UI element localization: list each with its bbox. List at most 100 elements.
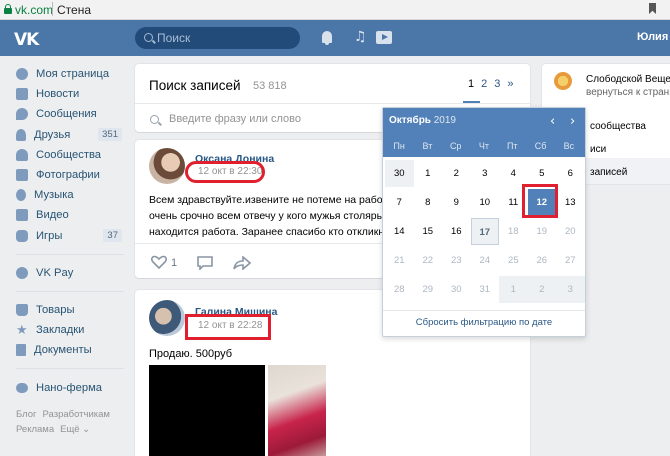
calendar-day: 28 — [393, 284, 405, 295]
post-photo[interactable] — [149, 365, 265, 456]
page-3[interactable]: 3 — [494, 78, 500, 90]
footer-blog-link[interactable]: Блог — [16, 409, 37, 420]
wall-search-input[interactable] — [169, 111, 369, 127]
calendar-day: 29 — [422, 284, 434, 295]
calendar-day[interactable]: 1 — [414, 160, 443, 187]
highlight-frame — [185, 314, 271, 340]
nav-documents[interactable]: Документы — [16, 340, 128, 360]
calendar-day: 26 — [536, 255, 548, 266]
music-icon — [16, 189, 26, 202]
header-search-input[interactable] — [157, 30, 292, 46]
post-text-line: Всем здравствуйте.извените не потеме на … — [149, 194, 389, 206]
calendar-day[interactable]: 6 — [556, 160, 585, 187]
home-icon — [16, 68, 28, 81]
nav-bookmarks[interactable]: ★ Закладки — [16, 320, 128, 340]
community-link[interactable]: сообщества — [590, 121, 646, 132]
documents-icon — [16, 344, 26, 357]
news-icon — [16, 88, 28, 101]
calendar-day[interactable]: 8 — [414, 189, 443, 216]
header-search[interactable] — [135, 27, 300, 49]
author-avatar[interactable] — [149, 300, 185, 336]
nav-music[interactable]: Музыка — [16, 185, 128, 205]
page-next[interactable]: » — [507, 78, 513, 90]
next-month-chevron-icon[interactable]: › — [570, 114, 575, 129]
page-2[interactable]: 2 — [481, 78, 487, 90]
messages-icon — [16, 108, 28, 121]
month-name: Октябрь — [389, 115, 431, 126]
left-nav: Моя страница Новости Сообщения Друзья 351… — [16, 64, 128, 398]
nav-my-page[interactable]: Моя страница — [16, 64, 128, 84]
community-avatar[interactable] — [554, 72, 572, 90]
calendar-day[interactable]: 30 — [385, 160, 414, 187]
nav-friends[interactable]: Друзья 351 — [16, 125, 128, 145]
calendar-day[interactable]: 3 — [471, 160, 500, 187]
photos-icon — [16, 169, 28, 182]
calendar-day: 24 — [479, 255, 491, 266]
nav-vk-pay[interactable]: VK Pay — [16, 263, 128, 283]
back-to-page-link[interactable]: вернуться к страниц — [586, 87, 670, 98]
nav-divider — [16, 283, 124, 292]
footer-dev-link[interactable]: Разработчикам — [43, 409, 110, 420]
calendar-day: 27 — [564, 255, 576, 266]
user-name[interactable]: Юлия — [637, 31, 668, 43]
post-photo[interactable] — [268, 365, 326, 456]
nav-label: Видео — [36, 209, 69, 222]
calendar-day[interactable]: 16 — [442, 218, 471, 245]
bookmark-icon[interactable] — [649, 3, 656, 14]
calendar-day: 22 — [422, 255, 434, 266]
calendar-day[interactable]: 17 — [470, 218, 499, 245]
community-link[interactable]: иси — [590, 144, 606, 155]
share-icon[interactable] — [233, 256, 251, 270]
calendar-week-row: 14 15 16 17 18 19 20 — [385, 218, 585, 247]
groups-icon — [16, 148, 28, 161]
nav-video[interactable]: Видео — [16, 205, 128, 225]
goods-icon — [16, 303, 28, 316]
play-icon[interactable] — [376, 31, 392, 44]
nav-groups[interactable]: Сообщества — [16, 145, 128, 165]
nav-photos[interactable]: Фотографии — [16, 165, 128, 185]
calendar-day[interactable]: 4 — [499, 160, 528, 187]
calendar-day[interactable]: 9 — [442, 189, 471, 216]
music-note-icon[interactable]: ♫ — [354, 29, 367, 45]
calendar-day: 25 — [507, 255, 519, 266]
nav-goods[interactable]: Товары — [16, 300, 128, 320]
url-domain[interactable]: vk.com — [15, 3, 53, 17]
post-text-line: очень срочно всем отвечу у кого мужья ст… — [149, 210, 389, 222]
footer-more-link[interactable]: Ещё ⌄ — [60, 424, 90, 435]
calendar-grid: 30 1 2 3 4 5 6 7 8 9 10 11 12 13 14 15 16 17 18 19 20 21 22 23 2… — [385, 160, 585, 305]
browser-address-bar[interactable]: vk.com Стена — [0, 0, 670, 20]
calendar-day: 23 — [450, 255, 462, 266]
calendar-year: 2019 — [433, 115, 456, 126]
reset-date-filter-link[interactable]: Сбросить фильтрацию по дате — [383, 310, 585, 336]
page-1[interactable]: 1 — [468, 78, 474, 90]
calendar-day[interactable]: 2 — [442, 160, 471, 187]
community-name[interactable]: Слободской Вещево — [586, 74, 670, 85]
calendar-day[interactable]: 5 — [528, 160, 557, 187]
vkpay-icon — [16, 266, 28, 279]
vk-logo[interactable]: VK — [14, 30, 39, 50]
footer-ads-link[interactable]: Реклама — [16, 424, 54, 435]
weekday: Пн — [393, 141, 405, 151]
games-count-badge: 37 — [103, 228, 122, 242]
calendar-day[interactable]: 7 — [385, 189, 414, 216]
prev-month-chevron-icon[interactable]: ‹ — [550, 114, 555, 129]
nav-news[interactable]: Новости — [16, 84, 128, 104]
calendar-day[interactable]: 10 — [471, 189, 500, 216]
page-title: Стена — [57, 3, 92, 17]
calendar-day: 21 — [393, 255, 405, 266]
notifications-icon[interactable] — [322, 31, 332, 45]
nav-messages[interactable]: Сообщения — [16, 104, 128, 124]
comment-icon[interactable] — [197, 256, 213, 270]
calendar-day[interactable]: 13 — [556, 189, 585, 216]
nav-app-nano-farm[interactable]: Нано-ферма — [16, 377, 128, 397]
like-icon[interactable] — [151, 255, 167, 269]
search-icon — [150, 115, 159, 124]
community-link-posts[interactable]: записей — [590, 167, 627, 178]
nav-games[interactable]: Игры 37 — [16, 226, 128, 246]
author-avatar[interactable] — [149, 148, 185, 184]
calendar-day[interactable]: 14 — [385, 218, 414, 245]
date-picker: Октябрь 2019 ‹ › Пн Вт Ср Чт Пт Сб Вс 30… — [382, 107, 586, 337]
calendar-day[interactable]: 15 — [414, 218, 443, 245]
lock-icon — [4, 4, 12, 14]
nav-label: Нано-ферма — [36, 381, 102, 394]
